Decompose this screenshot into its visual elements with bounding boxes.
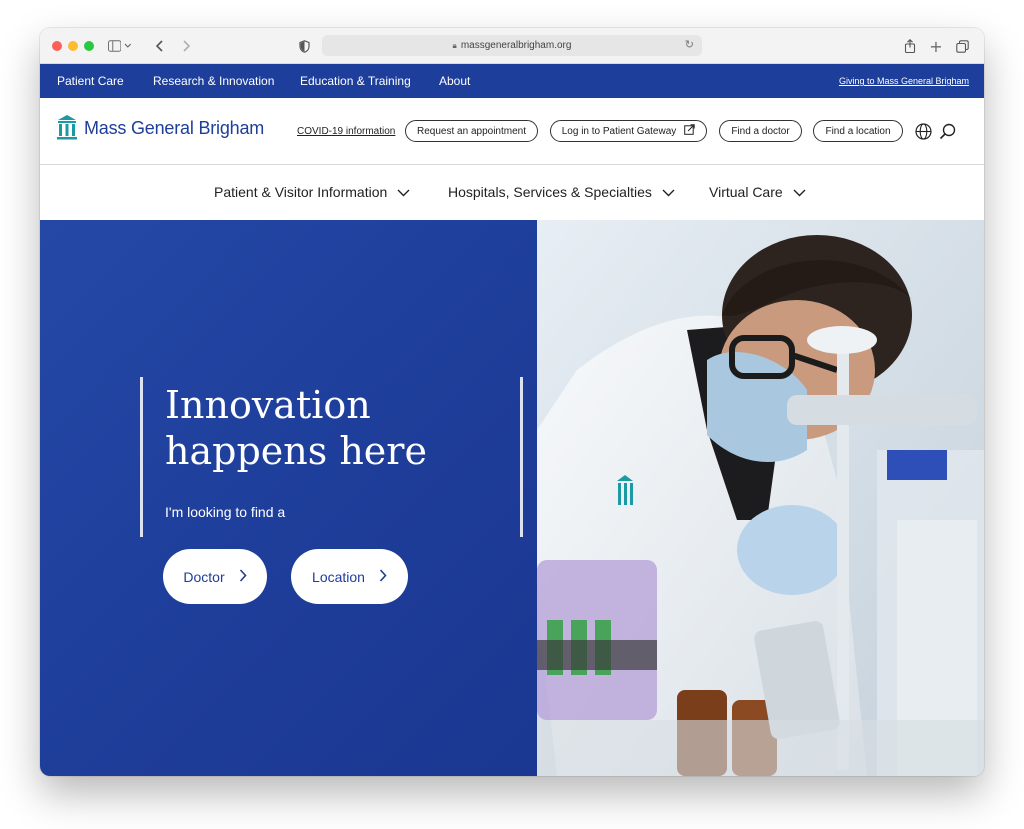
topnav-education-training[interactable]: Education & Training [300,74,411,88]
logo-text: Mass General Brigham [84,117,265,138]
nav-virtual-care-label: Virtual Care [709,184,783,200]
utility-nav: Patient Care Research & Innovation Educa… [40,64,984,98]
chevron-right-icon [379,568,387,585]
hero-section: Innovation happens here I'm looking to f… [40,220,984,776]
nav-hospitals-services[interactable]: Hospitals, Services & Specialties [448,184,675,200]
hero-photo [537,220,984,776]
chevron-right-icon [239,568,247,585]
topnav-patient-care[interactable]: Patient Care [57,74,124,88]
patient-gateway-label: Log in to Patient Gateway [561,125,677,137]
chevron-down-icon [793,184,806,200]
tabs-icon[interactable] [954,37,970,55]
close-window-button[interactable] [52,41,62,51]
patient-gateway-button[interactable]: Log in to Patient Gateway [550,120,707,142]
site-logo[interactable]: Mass General Brigham [56,114,264,142]
nav-virtual-care[interactable]: Virtual Care [709,184,806,200]
globe-icon[interactable] [913,121,933,141]
zoom-window-button[interactable] [84,41,94,51]
covid-info-link[interactable]: COVID-19 information [297,126,395,137]
hero-panel: Innovation happens here I'm looking to f… [40,220,537,776]
site-header: Mass General Brigham COVID-19 informatio… [40,98,984,165]
external-link-icon [684,124,695,138]
main-nav: Patient & Visitor Information Hospitals,… [40,166,984,220]
chevron-down-icon [662,184,675,200]
shield-icon[interactable] [296,37,312,55]
hero-right-rule [520,377,523,537]
back-icon[interactable] [152,37,168,55]
hero-subtitle: I'm looking to find a [165,504,286,520]
find-location-hero-button[interactable]: Location [291,549,408,604]
doctor-label: Doctor [183,568,225,585]
address-bar[interactable]: 🔒︎ massgeneralbrigham.org ↻ [322,35,702,56]
chevron-down-icon [397,184,410,200]
find-location-label: Find a location [825,125,891,137]
request-appointment-label: Request an appointment [417,125,526,137]
find-doctor-label: Find a doctor [731,125,790,137]
share-icon[interactable] [902,37,918,55]
location-label: Location [312,568,365,585]
lock-icon: 🔒︎ [452,40,457,50]
search-icon[interactable] [937,121,957,141]
browser-window: 🔒︎ massgeneralbrigham.org ↻ + Patient Ca… [40,28,984,776]
minimize-window-button[interactable] [68,41,78,51]
find-location-button[interactable]: Find a location [813,120,903,142]
giving-link[interactable]: Giving to Mass General Brigham [839,76,969,86]
request-appointment-button[interactable]: Request an appointment [405,120,538,142]
find-doctor-hero-button[interactable]: Doctor [163,549,267,604]
browser-toolbar: 🔒︎ massgeneralbrigham.org ↻ + [40,28,984,64]
nav-hospitals-label: Hospitals, Services & Specialties [448,184,652,200]
forward-icon[interactable] [178,37,194,55]
logo-columns-icon [57,115,77,140]
sidebar-icon[interactable] [108,37,132,55]
hero-title: Innovation happens here [165,383,427,473]
find-doctor-button[interactable]: Find a doctor [719,120,802,142]
topnav-about[interactable]: About [439,74,470,88]
url-text: massgeneralbrigham.org [460,40,572,51]
hero-left-rule [140,377,143,537]
topnav-research-innovation[interactable]: Research & Innovation [153,74,274,88]
nav-patient-visitor-info[interactable]: Patient & Visitor Information [214,184,410,200]
nav-patient-visitor-label: Patient & Visitor Information [214,184,388,200]
lab-scientist-illustration [537,220,984,776]
reload-icon[interactable]: ↻ [685,38,694,51]
new-tab-icon[interactable]: + [928,37,944,56]
